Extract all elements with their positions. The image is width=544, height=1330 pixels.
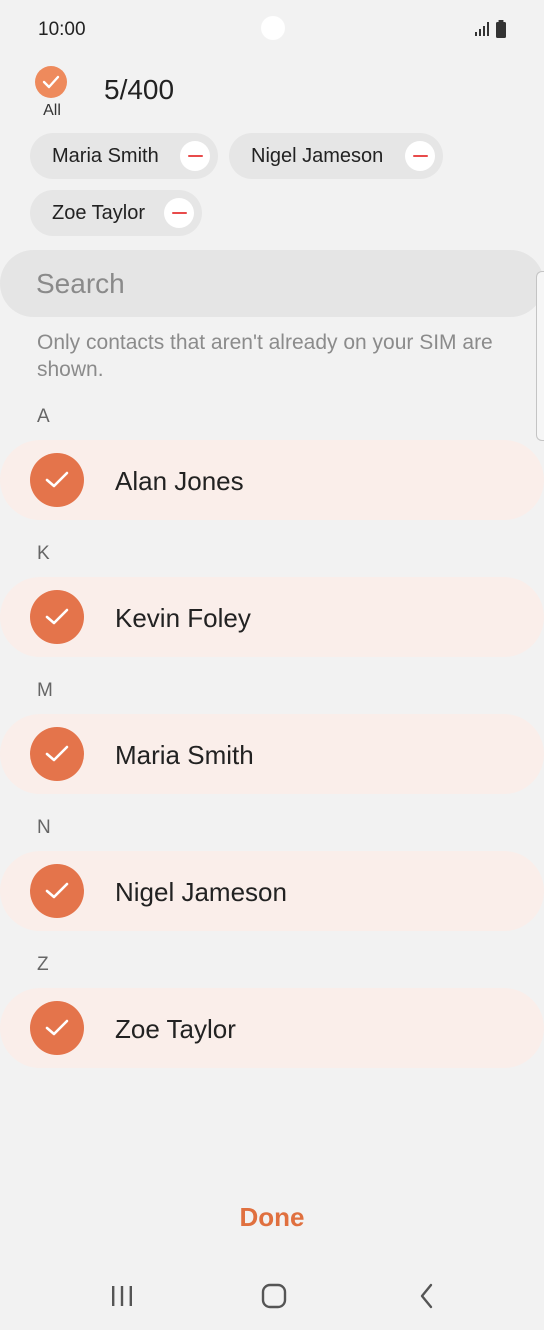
- home-button[interactable]: [252, 1278, 296, 1314]
- done-button[interactable]: Done: [212, 1196, 332, 1238]
- contact-checkbox[interactable]: [30, 590, 84, 644]
- front-camera: [261, 16, 285, 40]
- chip-label: Maria Smith: [52, 144, 159, 167]
- contact-name: Nigel Jameson: [115, 877, 287, 907]
- minus-circle-icon: [412, 155, 428, 157]
- scrollbar[interactable]: [536, 271, 544, 441]
- check-icon: [42, 75, 60, 89]
- selection-count: 5/400: [104, 74, 175, 105]
- section-header: A: [37, 406, 50, 427]
- info-text: Only contacts that aren't already on you…: [37, 331, 493, 381]
- select-all-toggle[interactable]: All: [32, 66, 72, 122]
- recents-icon: [112, 1286, 132, 1306]
- section-header: K: [37, 543, 50, 564]
- chip-remove-button[interactable]: [164, 198, 194, 228]
- check-icon: [45, 471, 69, 488]
- select-all-checkbox[interactable]: [35, 66, 67, 98]
- selected-chip: Zoe Taylor: [30, 190, 202, 236]
- section-header: N: [37, 817, 51, 838]
- contact-row[interactable]: Alan Jones: [0, 440, 544, 520]
- section-header: M: [37, 680, 53, 701]
- selected-chip: Nigel Jameson: [229, 133, 443, 179]
- search-input[interactable]: [36, 265, 516, 303]
- chip-label: Nigel Jameson: [251, 144, 384, 167]
- minus-circle-icon: [171, 212, 187, 214]
- battery-full-icon: [496, 20, 506, 38]
- minus-circle-icon: [187, 155, 203, 157]
- chip-remove-button[interactable]: [405, 141, 435, 171]
- back-icon: [420, 1283, 433, 1309]
- check-icon: [45, 608, 69, 625]
- check-icon: [45, 882, 69, 899]
- home-icon: [261, 1283, 287, 1309]
- chip-label: Zoe Taylor: [52, 201, 146, 224]
- selected-chip: Maria Smith: [30, 133, 218, 179]
- back-button[interactable]: [405, 1278, 449, 1314]
- section-header: Z: [37, 954, 49, 975]
- contact-checkbox[interactable]: [30, 864, 84, 918]
- contact-row[interactable]: Maria Smith: [0, 714, 544, 794]
- signal-bars-icon: [475, 22, 489, 36]
- search-bar[interactable]: [0, 250, 544, 317]
- navigation-bar: [0, 1262, 544, 1330]
- contact-checkbox[interactable]: [30, 453, 84, 507]
- select-all-label: All: [43, 102, 61, 119]
- contact-row[interactable]: Nigel Jameson: [0, 851, 544, 931]
- status-bar: 10:00: [0, 0, 544, 58]
- contact-row[interactable]: Zoe Taylor: [0, 988, 544, 1068]
- chip-remove-button[interactable]: [180, 141, 210, 171]
- contact-name: Zoe Taylor: [115, 1014, 236, 1044]
- status-time: 10:00: [38, 19, 86, 40]
- contact-row[interactable]: Kevin Foley: [0, 577, 544, 657]
- recents-button[interactable]: [100, 1278, 144, 1314]
- contact-name: Alan Jones: [115, 466, 244, 496]
- contact-checkbox[interactable]: [30, 1001, 84, 1055]
- contact-name: Maria Smith: [115, 740, 254, 770]
- contact-name: Kevin Foley: [115, 603, 251, 633]
- check-icon: [45, 1019, 69, 1036]
- contact-checkbox[interactable]: [30, 727, 84, 781]
- check-icon: [45, 745, 69, 762]
